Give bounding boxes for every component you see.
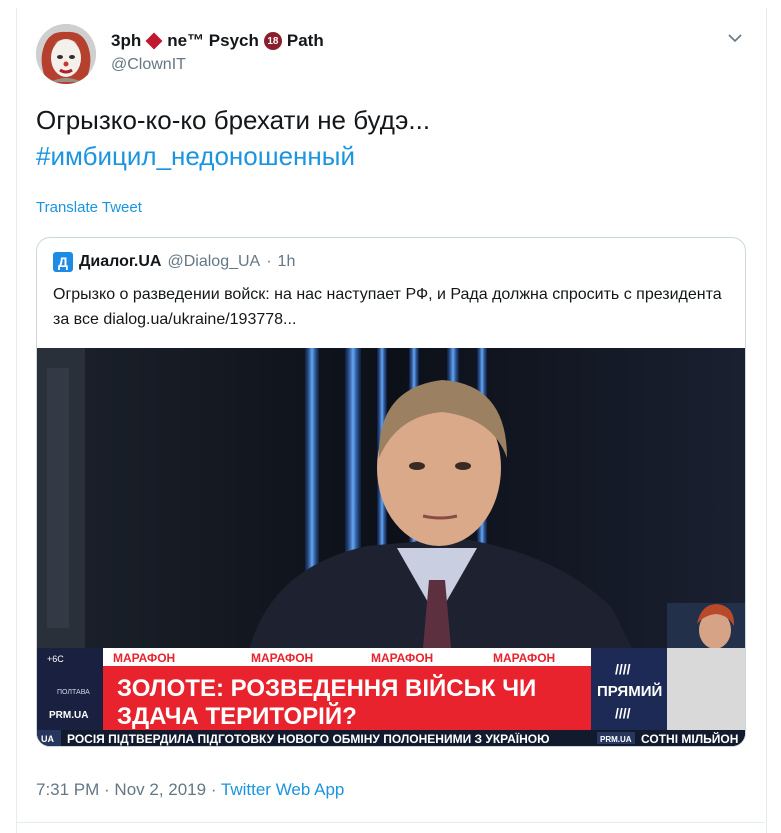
headline-line-1: ЗОЛОТЕ: РОЗВЕДЕННЯ ВІЙСЬК ЧИ bbox=[117, 674, 536, 702]
marathon-label-1: МАРАФОН bbox=[113, 651, 175, 665]
source-app-link[interactable]: Twitter Web App bbox=[221, 780, 344, 799]
author-name[interactable]: 3ph ne™ Psych 18 Path bbox=[111, 31, 324, 51]
quoted-author-name: Диалог.UA bbox=[79, 253, 162, 270]
quoted-tweet-time: 1h bbox=[277, 253, 296, 270]
author-handle[interactable]: @ClownIT bbox=[111, 56, 186, 74]
channel-logo: PRM.UA bbox=[49, 710, 88, 721]
live-label: ПРЯМИЙ bbox=[597, 682, 662, 700]
author-avatar[interactable] bbox=[36, 24, 96, 84]
ticker-left-label: UA bbox=[41, 734, 54, 744]
tweet-meta: 7:31 PM · Nov 2, 2019 · Twitter Web App bbox=[36, 780, 344, 800]
tv-broadcast-image: +6С ПОЛТАВА PRM.UA МАРАФОН МАРАФОН МАРАФ… bbox=[37, 348, 745, 746]
diamond-icon bbox=[145, 32, 163, 50]
dialog-logo-icon: Д bbox=[53, 252, 73, 272]
clown-avatar-image bbox=[36, 24, 96, 84]
ticker-logo: PRM.UA bbox=[600, 735, 632, 744]
eighteen-plus-icon: 18 bbox=[263, 32, 282, 50]
tweet-text: Огрызко-ко-ко брехати не будэ... #имбици… bbox=[36, 102, 736, 174]
author-name-part-1: 3ph bbox=[111, 31, 142, 50]
tweet-timestamp[interactable]: 7:31 PM · Nov 2, 2019 · bbox=[36, 780, 221, 799]
quoted-tweet-image[interactable]: +6С ПОЛТАВА PRM.UA МАРАФОН МАРАФОН МАРАФ… bbox=[37, 348, 745, 746]
quoted-tweet-text: Огрызко о разведении войск: на нас насту… bbox=[53, 286, 722, 328]
divider bbox=[16, 822, 765, 823]
author-name-part-3: Path bbox=[286, 31, 324, 50]
marathon-label-3: МАРАФОН bbox=[371, 651, 433, 665]
live-stripes-icon-2: //// bbox=[615, 705, 631, 721]
live-stripes-icon: //// bbox=[615, 661, 631, 677]
headline-line-2: ЗДАЧА ТЕРИТОРІЙ? bbox=[117, 702, 357, 730]
marathon-label-2: МАРАФОН bbox=[251, 651, 313, 665]
quoted-tweet[interactable]: Д Диалог.UA @Dialog_UA · 1h Огрызко о ра… bbox=[36, 237, 746, 747]
news-ticker: РОСІЯ ПІДТВЕРДИЛА ПІДГОТОВКУ НОВОГО ОБМІ… bbox=[67, 731, 549, 746]
quoted-author-handle: @Dialog_UA bbox=[167, 253, 261, 270]
author-name-part-2: ne™ Psych bbox=[167, 31, 259, 50]
weather-temp: +6С bbox=[47, 654, 64, 664]
separator-dot: · bbox=[266, 253, 272, 270]
quoted-tweet-header: Д Диалог.UA @Dialog_UA · 1h bbox=[53, 252, 295, 272]
chevron-down-icon[interactable] bbox=[727, 30, 743, 46]
tweet-text-line: Огрызко-ко-ко брехати не будэ... bbox=[36, 105, 431, 135]
marathon-label-4: МАРАФОН bbox=[493, 651, 555, 665]
news-ticker-next: СОТНІ МІЛЬЙОН bbox=[641, 731, 738, 746]
translate-tweet-link[interactable]: Translate Tweet bbox=[36, 199, 142, 216]
hashtag-link[interactable]: #имбицил_недоношенный bbox=[36, 138, 736, 174]
weather-city: ПОЛТАВА bbox=[57, 689, 90, 696]
